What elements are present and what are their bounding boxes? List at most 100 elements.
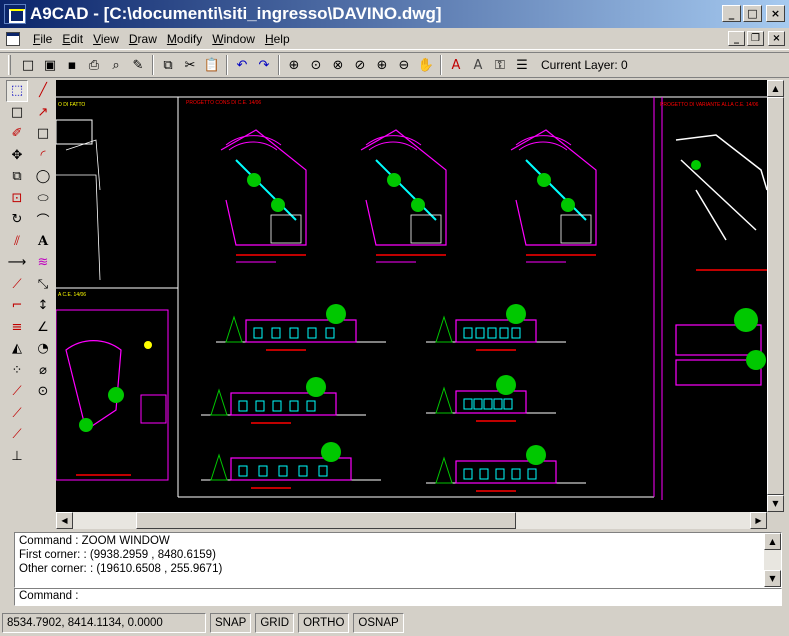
history-scroll-up-icon[interactable]: ▲ xyxy=(764,533,781,550)
erase-tool-button[interactable]: ✐ xyxy=(6,123,28,145)
menu-edit[interactable]: Edit xyxy=(57,32,88,46)
zoom-previous-button[interactable]: ⊘ xyxy=(349,54,371,76)
ortho-toggle[interactable]: ORTHO xyxy=(298,613,350,633)
dim-center-tool-button[interactable]: ⊙ xyxy=(32,381,54,403)
canvas-horizontal-scrollbar[interactable]: ◀ ▶ xyxy=(56,512,767,529)
trim-tool-button[interactable]: ⫽ xyxy=(6,231,28,253)
maximize-button[interactable]: □ xyxy=(743,5,762,22)
circle-tool-button[interactable]: ◯ xyxy=(32,166,54,188)
minimize-button[interactable]: _ xyxy=(722,5,741,22)
zoom-realtime-button[interactable]: ⊗ xyxy=(327,54,349,76)
menu-help[interactable]: Help xyxy=(260,32,295,46)
horizontal-scroll-thumb[interactable] xyxy=(136,512,516,529)
line-tool-button[interactable]: ╱ xyxy=(32,80,54,102)
perp-tool-button[interactable]: ⊥ xyxy=(6,446,28,468)
scroll-right-arrow-icon[interactable]: ▶ xyxy=(750,512,767,529)
history-scroll-down-icon[interactable]: ▼ xyxy=(764,570,781,587)
document-icon[interactable] xyxy=(6,31,20,46)
menu-modify[interactable]: Modify xyxy=(162,32,207,46)
dim-radius-tool-button[interactable]: ◔ xyxy=(32,338,54,360)
print-button[interactable]: ⎙ xyxy=(83,54,105,76)
osnap-toggle[interactable]: OSNAP xyxy=(353,613,404,633)
scroll-down-arrow-icon[interactable]: ▼ xyxy=(767,495,784,512)
point-b-tool-button[interactable]: ⟋ xyxy=(6,403,28,425)
dim-diameter-tool-button[interactable]: ⌀ xyxy=(32,360,54,382)
hatch-tool-button[interactable]: ≋ xyxy=(32,252,54,274)
mirror-tool-button[interactable]: ◭ xyxy=(6,338,28,360)
dim-vertical-tool-button[interactable]: ↕ xyxy=(32,295,54,317)
zoom-window-button[interactable]: ⊕ xyxy=(283,54,305,76)
title-bar[interactable]: A9CAD - [C:\documenti\siti_ingresso\DAVI… xyxy=(0,0,789,28)
toolbar-grip[interactable] xyxy=(8,55,11,75)
dim-angular-tool-button[interactable]: ∠ xyxy=(32,317,54,339)
menu-window[interactable]: Window xyxy=(207,32,260,46)
text-style-button[interactable]: A xyxy=(445,54,467,76)
scale-tool-button[interactable]: ⊡ xyxy=(6,188,28,210)
polyline-tool-button[interactable]: ⌒ xyxy=(32,209,54,231)
window-symbol xyxy=(499,327,509,339)
save-button[interactable]: ▪ xyxy=(61,54,83,76)
redo-button[interactable]: ↷ xyxy=(253,54,275,76)
ellipse-tool-button[interactable]: ⬭ xyxy=(32,188,54,210)
ray-tool-button[interactable]: ↗ xyxy=(32,102,54,124)
window-symbol xyxy=(238,465,248,477)
zoom-center-button[interactable]: ⊙ xyxy=(305,54,327,76)
command-history-scrollbar[interactable]: ▲ ▼ xyxy=(764,533,781,587)
text-tool-button[interactable]: A xyxy=(32,231,54,253)
extend-tool-button[interactable]: ⟶ xyxy=(6,252,28,274)
arc-tool-button[interactable]: ◜ xyxy=(32,145,54,167)
offset-tool-button[interactable]: ≡ xyxy=(6,317,28,339)
canvas-vertical-scrollbar[interactable]: ▲ ▼ xyxy=(767,80,784,512)
paste-button[interactable]: 📋 xyxy=(201,54,223,76)
copy-button[interactable]: ⧉ xyxy=(157,54,179,76)
command-input[interactable] xyxy=(85,590,765,604)
cut-button[interactable]: ✂ xyxy=(179,54,201,76)
layer-manager-button[interactable]: ☰ xyxy=(511,54,533,76)
doc-minimize-button[interactable]: _ xyxy=(728,31,745,46)
zoom-out-button[interactable]: ⊖ xyxy=(393,54,415,76)
tree-symbol xyxy=(387,173,401,187)
square-icon: □ xyxy=(10,104,24,120)
app-icon[interactable] xyxy=(4,4,26,24)
print-preview-button[interactable]: ⌕ xyxy=(105,54,127,76)
square-tool-button[interactable]: □ xyxy=(6,102,28,124)
menu-file[interactable]: File xyxy=(28,32,57,46)
break-tool-button[interactable]: ⟋ xyxy=(6,274,28,296)
scroll-left-arrow-icon[interactable]: ◀ xyxy=(56,512,73,529)
menu-view[interactable]: View xyxy=(88,32,124,46)
new-button[interactable]: □ xyxy=(17,54,39,76)
dim-style-button[interactable]: A xyxy=(467,54,489,76)
point-a-tool-button[interactable]: ⟋ xyxy=(6,381,28,403)
tree-symbol xyxy=(496,375,516,395)
sheet-label: A C.E. 14/06 xyxy=(58,292,86,298)
select-tool-button[interactable]: ⬚ xyxy=(6,80,28,102)
array-tool-button[interactable]: ⁘ xyxy=(6,360,28,382)
tree-symbol xyxy=(734,308,758,332)
copy-obj-tool-button[interactable]: ⧉ xyxy=(6,166,28,188)
undo-button[interactable]: ↶ xyxy=(231,54,253,76)
rectangle-tool-button[interactable]: □ xyxy=(32,123,54,145)
layer-manager-icon: ☰ xyxy=(516,57,528,73)
zoom-in-button[interactable]: ⊕ xyxy=(371,54,393,76)
snap-toggle[interactable]: SNAP xyxy=(210,613,252,633)
vertical-scroll-thumb[interactable] xyxy=(767,97,784,495)
pan-button[interactable]: ✋ xyxy=(415,54,437,76)
menu-draw[interactable]: Draw xyxy=(124,32,162,46)
drawing-canvas[interactable]: PROGETTO CONS DI C.E. 14/06 PROGETTO DI V… xyxy=(56,80,767,512)
point-c-tool-button[interactable]: ⟋ xyxy=(6,424,28,446)
dim-aligned-tool-button[interactable]: ⤡ xyxy=(32,274,54,296)
move-tool-button[interactable]: ✥ xyxy=(6,145,28,167)
window-symbol xyxy=(306,400,316,412)
close-button[interactable]: × xyxy=(766,5,785,22)
properties-button[interactable]: ✎ xyxy=(127,54,149,76)
open-button[interactable]: ▣ xyxy=(39,54,61,76)
doc-close-button[interactable]: × xyxy=(768,31,785,46)
cut-icon: ✂ xyxy=(184,57,196,73)
break-icon: ⟋ xyxy=(12,276,22,292)
doc-restore-button[interactable]: ❐ xyxy=(747,31,764,46)
layer-properties-button[interactable]: ⚿ xyxy=(489,54,511,76)
scroll-up-arrow-icon[interactable]: ▲ xyxy=(767,80,784,97)
grid-toggle[interactable]: GRID xyxy=(255,613,295,633)
rotate-tool-button[interactable]: ↻ xyxy=(6,209,28,231)
fillet-tool-button[interactable]: ⌐ xyxy=(6,295,28,317)
